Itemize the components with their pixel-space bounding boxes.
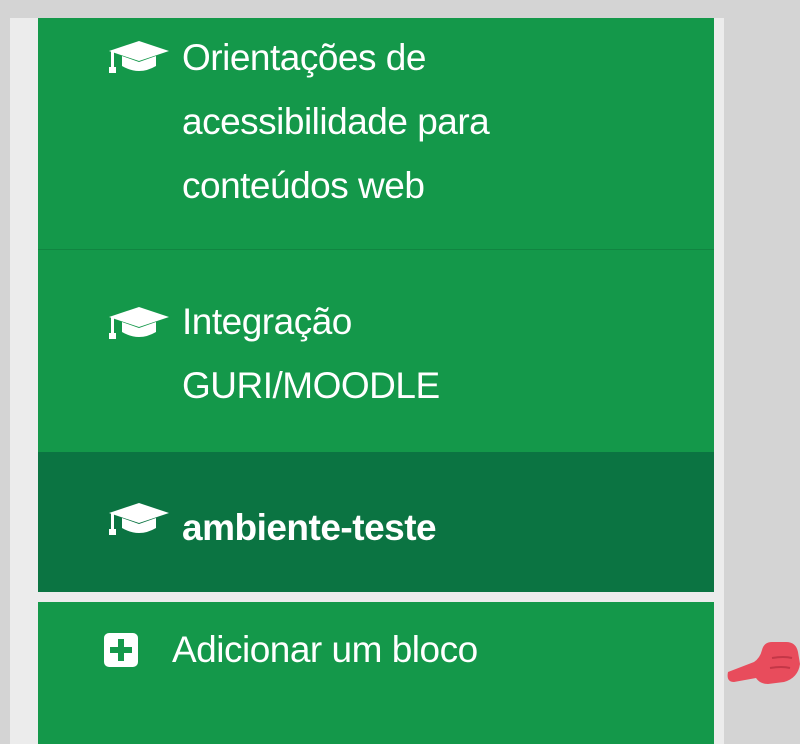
graduation-cap-icon (109, 503, 169, 535)
plus-square-icon (104, 633, 138, 667)
add-block-button[interactable]: Adicionar um bloco (38, 602, 714, 744)
nav-item-ambiente-teste-active[interactable]: ambiente-teste (38, 452, 714, 592)
nav-item-label: Integração GURI/MOODLE (182, 301, 440, 406)
pointing-hand-icon (727, 642, 800, 684)
course-navigation: Orientações de acessibilidade para conte… (38, 18, 714, 592)
add-block-label: Adicionar um bloco (172, 629, 478, 670)
nav-item-label: ambiente-teste (182, 507, 437, 548)
graduation-cap-icon (109, 41, 169, 73)
nav-item-label: Orientações de acessibilidade para conte… (182, 37, 490, 206)
graduation-cap-icon (109, 307, 169, 339)
nav-item-orientacoes-acessibilidade[interactable]: Orientações de acessibilidade para conte… (38, 18, 714, 250)
nav-item-integracao-guri-moodle[interactable]: Integração GURI/MOODLE (38, 250, 714, 452)
